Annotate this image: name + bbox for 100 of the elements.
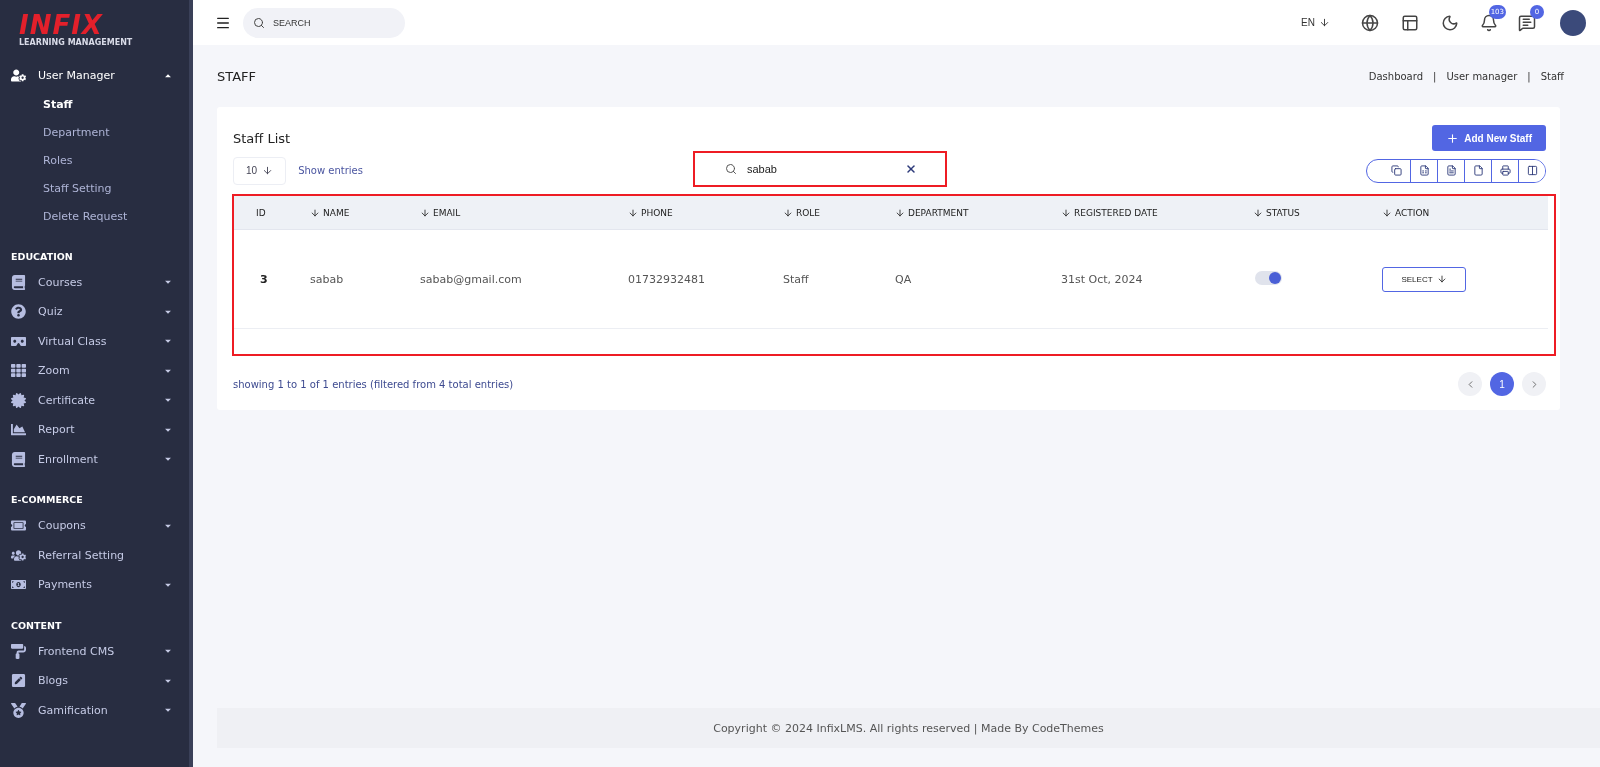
- column-header[interactable]: ID: [256, 207, 310, 218]
- sort-icon: [895, 207, 905, 218]
- table-cell-text: 01732932481: [628, 272, 706, 286]
- search-input[interactable]: sabab: [745, 162, 897, 176]
- page-title: STAFF: [217, 68, 257, 84]
- table-cell-text: Staff: [783, 272, 810, 286]
- sidebar-item[interactable]: Payments: [0, 570, 189, 600]
- sidebar-item[interactable]: Gamification: [0, 695, 189, 725]
- users-gear-icon: [11, 547, 26, 563]
- sidebar-heading: CONTENT: [10, 618, 63, 633]
- sidebar-item[interactable]: User Manager: [0, 61, 189, 91]
- paint-roller-icon: [11, 643, 26, 659]
- column-label: NAME: [323, 207, 350, 218]
- status-toggle[interactable]: [1255, 270, 1282, 285]
- entries-info: showing 1 to 1 of 1 entries (filtered from 4 total entries): [233, 378, 514, 390]
- breadcrumb-link[interactable]: Dashboard: [1368, 70, 1424, 82]
- column-label: REGISTERED DATE: [1074, 207, 1158, 218]
- column-label: ID: [256, 207, 266, 218]
- sidebar-item[interactable]: Report: [0, 415, 189, 445]
- card-title: Staff List: [233, 130, 291, 146]
- breadcrumb-separator: |: [1527, 70, 1531, 82]
- sort-icon: [783, 207, 793, 218]
- users-gear-icon: [11, 68, 26, 84]
- arrow-down-icon: [1436, 274, 1447, 284]
- sidebar-item[interactable]: Quiz: [0, 297, 189, 327]
- sort-icon: [628, 207, 638, 218]
- sidebar-item[interactable]: Frontend CMS: [0, 636, 189, 666]
- column-header[interactable]: ACTION: [1382, 207, 1548, 218]
- sidebar-item[interactable]: Referral Setting: [0, 540, 189, 570]
- column-header[interactable]: ROLE: [783, 207, 895, 218]
- badge-icon: [11, 392, 26, 408]
- page-button[interactable]: 1: [1490, 372, 1514, 396]
- language-button[interactable]: EN: [1301, 17, 1330, 28]
- sidebar-item[interactable]: Enrollment: [0, 444, 189, 474]
- select-button[interactable]: SELECT: [1382, 266, 1466, 292]
- sidebar-item[interactable]: Courses: [0, 267, 189, 297]
- entries-label: Show entries: [298, 165, 363, 176]
- column-header[interactable]: STATUS: [1253, 207, 1382, 218]
- column-label: DEPARTMENT: [908, 207, 969, 218]
- clear-icon[interactable]: [905, 163, 917, 175]
- sidebar-item[interactable]: Coupons: [0, 511, 189, 541]
- message-icon[interactable]: [1518, 13, 1536, 32]
- arrow-down-icon: [1319, 17, 1330, 28]
- column-header[interactable]: PHONE: [628, 207, 783, 218]
- column-label: PHONE: [641, 207, 673, 218]
- column-header[interactable]: EMAIL: [420, 207, 628, 218]
- column-header[interactable]: DEPARTMENT: [895, 207, 1061, 218]
- sort-icon: [1253, 207, 1263, 218]
- plus-icon: [1446, 131, 1460, 145]
- add-staff-button[interactable]: Add New Staff: [1432, 125, 1546, 151]
- sidebar-subitem[interactable]: Roles: [0, 146, 189, 175]
- table-cell-text: sabab: [310, 272, 345, 286]
- sidebar-subitem[interactable]: Delete Request: [0, 202, 189, 231]
- logo-subtitle: LEARNING MANAGEMENT: [19, 38, 133, 47]
- sort-icon: [420, 207, 430, 218]
- pen-icon: [11, 673, 26, 689]
- search-icon: [725, 163, 737, 175]
- logo-title: INFIX: [19, 12, 103, 38]
- bell-icon[interactable]: [1480, 13, 1498, 32]
- table-cell-text: 31st Oct, 2024: [1061, 272, 1144, 286]
- medal-icon: [11, 702, 26, 718]
- breadcrumb-link[interactable]: User manager: [1446, 70, 1518, 82]
- column-header[interactable]: REGISTERED DATE: [1061, 207, 1253, 218]
- globe-icon[interactable]: [1360, 12, 1380, 33]
- search-field[interactable]: SEARCH: [243, 7, 405, 38]
- columns-icon[interactable]: [1518, 159, 1545, 182]
- sidebar-heading: EDUCATION: [10, 249, 74, 264]
- entries-select[interactable]: 10: [233, 156, 287, 185]
- sidebar-subitem[interactable]: Staff Setting: [0, 174, 189, 203]
- column-label: ROLE: [796, 207, 821, 218]
- book-icon: [11, 274, 26, 290]
- sort-icon: [310, 207, 320, 218]
- avatar[interactable]: [1560, 9, 1586, 36]
- sidebar-item[interactable]: Certificate: [0, 385, 189, 415]
- sidebar-item[interactable]: Blogs: [0, 666, 189, 696]
- table-cell-text: QA: [895, 272, 913, 286]
- sidebar-item[interactable]: Virtual Class: [0, 326, 189, 356]
- sidebar-heading: E-COMMERCE: [10, 493, 84, 507]
- ticket-icon: [11, 518, 26, 534]
- arrow-down-icon: [262, 165, 274, 176]
- search-input[interactable]: SEARCH: [271, 16, 381, 29]
- question-icon: [11, 304, 26, 320]
- sidebar-subitem[interactable]: Staff: [0, 90, 189, 119]
- table-cell-text: sabab@gmail.com: [420, 272, 523, 286]
- column-label: ACTION: [1395, 207, 1430, 218]
- column-header[interactable]: NAME: [310, 207, 420, 218]
- column-label: EMAIL: [433, 207, 461, 218]
- grid-icon: [11, 363, 26, 379]
- table-cell-text: 3: [259, 272, 269, 286]
- sort-icon: [1382, 207, 1392, 218]
- book-icon: [11, 451, 26, 467]
- search-icon: [253, 16, 265, 29]
- sort-icon: [1061, 207, 1071, 218]
- column-label: STATUS: [1266, 207, 1300, 218]
- footer-text: Copyright © 2024 InfixLMS. All rights reserved | Made By CodeThemes: [217, 708, 1600, 748]
- sidebar-item[interactable]: Zoom: [0, 356, 189, 386]
- breadcrumb-separator: |: [1433, 70, 1437, 82]
- sidebar-subitem[interactable]: Department: [0, 118, 189, 147]
- breadcrumb-link[interactable]: Staff: [1540, 70, 1564, 82]
- chart-icon: [11, 422, 26, 438]
